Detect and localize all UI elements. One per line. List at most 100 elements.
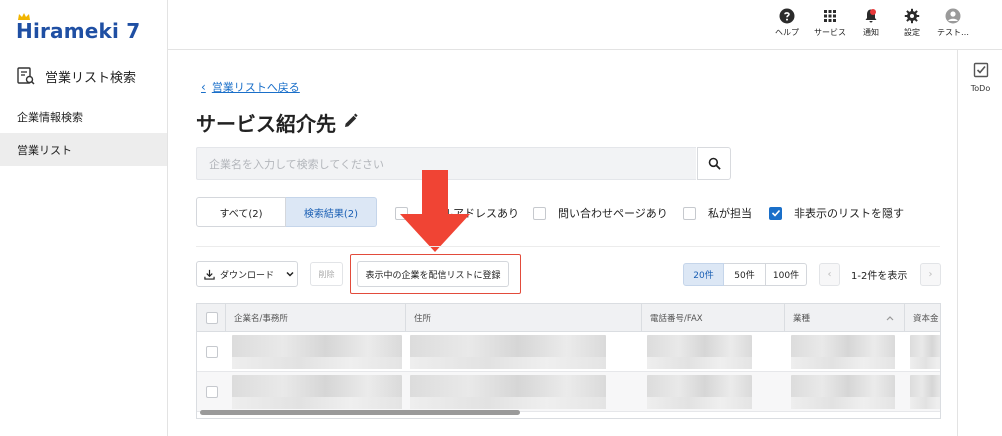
todo-button[interactable]: ToDo xyxy=(958,62,1002,93)
checkbox-checked[interactable] xyxy=(769,206,782,220)
column-header-address[interactable]: 住所 xyxy=(406,304,642,332)
back-link[interactable]: ‹ 営業リストへ戻る xyxy=(201,79,300,95)
filter-label: 非表示のリストを隠す xyxy=(794,207,904,220)
column-header-capital[interactable]: 資本金 xyxy=(905,304,940,332)
sidebar-item-label: 企業情報検索 xyxy=(17,110,83,124)
sidebar-item-sales-list[interactable]: 営業リスト xyxy=(0,133,167,166)
page-size-100[interactable]: 100件 xyxy=(766,263,807,286)
chevron-left-icon: ‹ xyxy=(201,80,206,94)
column-header-industry[interactable]: 業種 xyxy=(785,304,905,332)
search-button[interactable] xyxy=(697,147,731,180)
gear-icon xyxy=(904,8,920,24)
horizontal-scrollbar[interactable] xyxy=(200,410,520,415)
chevron-left-icon: ‹ xyxy=(827,269,832,280)
user-menu-button[interactable]: テスト… xyxy=(937,8,969,38)
download-icon xyxy=(204,269,215,280)
page-title: サービス紹介先 xyxy=(196,112,336,136)
checkbox-todo-icon xyxy=(973,62,988,78)
list-search-icon xyxy=(17,67,35,85)
notifications-label: 通知 xyxy=(863,28,879,37)
select-all-checkbox[interactable] xyxy=(206,312,218,324)
table-header: 企業名/事務所 住所 電話番号/FAX 業種 資本金 xyxy=(197,304,940,332)
sidebar-item-company-search[interactable]: 企業情報検索 xyxy=(0,100,167,133)
next-page-button[interactable]: › xyxy=(920,263,941,286)
delete-label: 削除 xyxy=(318,269,335,279)
pencil-icon[interactable] xyxy=(343,113,359,129)
redacted-cell xyxy=(791,375,895,409)
table-row[interactable] xyxy=(197,332,940,372)
column-header-phone[interactable]: 電話番号/FAX xyxy=(642,304,785,332)
user-label: テスト… xyxy=(937,28,969,37)
help-label: ヘルプ xyxy=(775,28,799,37)
sidebar-title: 営業リスト検索 xyxy=(16,62,136,90)
help-icon xyxy=(779,8,795,24)
crown-icon xyxy=(18,13,30,20)
page-size-label: 50件 xyxy=(734,271,755,281)
column-label: 住所 xyxy=(414,314,432,324)
checkbox[interactable] xyxy=(533,206,546,220)
filter-hide-hidden[interactable]: 非表示のリストを隠す xyxy=(769,205,904,221)
grid-icon xyxy=(824,10,836,22)
redacted-cell xyxy=(232,335,402,369)
settings-button[interactable]: 設定 xyxy=(904,8,920,38)
back-link-label: 営業リストへ戻る xyxy=(211,81,300,94)
row-checkbox[interactable] xyxy=(206,386,218,398)
prev-page-button[interactable]: ‹ xyxy=(819,263,840,286)
redacted-cell xyxy=(232,375,402,409)
redacted-cell xyxy=(647,375,752,409)
delete-button[interactable]: 削除 xyxy=(310,262,343,286)
sidebar-item-label: 営業リスト xyxy=(17,143,72,157)
page-size-label: 20件 xyxy=(693,271,714,281)
tab-all[interactable]: すべて(2) xyxy=(196,197,286,227)
sidebar: Hirameki 7 営業リスト検索 企業情報検索 営業リスト xyxy=(0,0,168,436)
search-icon xyxy=(708,157,721,170)
services-button[interactable]: サービス xyxy=(814,8,846,38)
redacted-cell xyxy=(647,335,752,369)
page-size-label: 100件 xyxy=(772,271,800,281)
download-dropdown[interactable]: ダウンロード xyxy=(196,261,298,287)
redacted-cell xyxy=(791,335,895,369)
column-label: 業種 xyxy=(793,314,811,324)
notifications-button[interactable]: 通知 xyxy=(863,8,879,38)
tab-results-label: 検索結果(2) xyxy=(303,208,359,220)
column-label: 電話番号/FAX xyxy=(650,314,703,324)
redacted-cell xyxy=(910,335,940,369)
logo-text: Hirameki 7 xyxy=(16,19,141,43)
services-label: サービス xyxy=(814,28,846,37)
top-header: ヘルプ サービス 通知 設定 テスト… xyxy=(168,0,1002,50)
tab-search-results[interactable]: 検索結果(2) xyxy=(286,197,377,227)
download-label: ダウンロード xyxy=(220,270,275,281)
tab-all-label: すべて(2) xyxy=(219,208,263,220)
checkbox[interactable] xyxy=(683,206,696,220)
user-icon xyxy=(945,8,961,24)
filter-contact-page[interactable]: 問い合わせページあり xyxy=(533,205,668,221)
register-to-delivery-list-button[interactable]: 表示中の企業を配信リストに登録 xyxy=(357,261,509,287)
app-logo[interactable]: Hirameki 7 xyxy=(16,13,141,44)
chevron-down-icon xyxy=(286,271,294,277)
app-root: Hirameki 7 営業リスト検索 企業情報検索 営業リスト ヘルプ サービス… xyxy=(0,0,1002,436)
divider xyxy=(196,246,940,247)
results-table: 企業名/事務所 住所 電話番号/FAX 業種 資本金 xyxy=(196,303,941,419)
settings-label: 設定 xyxy=(904,28,920,37)
filter-label: 私が担当 xyxy=(708,207,752,220)
page-size-50[interactable]: 50件 xyxy=(724,263,766,286)
pointer-arrow-icon xyxy=(400,170,470,252)
header-select-cell xyxy=(197,304,226,332)
column-label: 資本金 xyxy=(913,314,939,324)
table-row[interactable] xyxy=(197,372,940,412)
filter-my-assigned[interactable]: 私が担当 xyxy=(683,205,752,221)
sidebar-title-label: 営業リスト検索 xyxy=(45,70,137,86)
redacted-cell xyxy=(410,375,606,409)
help-button[interactable]: ヘルプ xyxy=(775,8,799,38)
register-label: 表示中の企業を配信リストに登録 xyxy=(365,270,501,281)
todo-label: ToDo xyxy=(970,84,991,93)
row-checkbox[interactable] xyxy=(206,346,218,358)
filter-label: 問い合わせページあり xyxy=(558,207,668,220)
page-size-20[interactable]: 20件 xyxy=(683,263,724,286)
check-icon xyxy=(771,209,780,217)
chevron-up-icon xyxy=(886,316,894,321)
notification-dot xyxy=(870,9,876,15)
redacted-cell xyxy=(910,375,940,409)
column-header-company[interactable]: 企業名/事務所 xyxy=(226,304,406,332)
search-placeholder: 企業名を入力して検索してください xyxy=(209,157,385,171)
